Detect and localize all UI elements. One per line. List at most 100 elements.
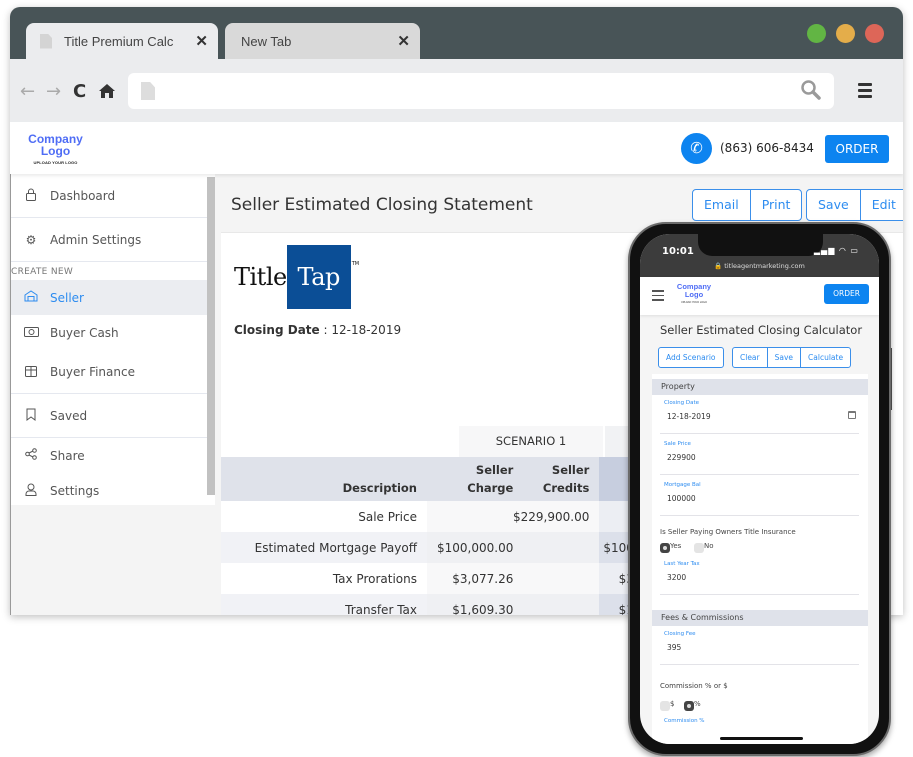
radio-percent[interactable]: %: [684, 700, 701, 711]
maximize-window-button[interactable]: [807, 24, 826, 43]
cell-description: Sale Price: [221, 501, 427, 532]
commission-question: Commission % or $: [660, 682, 728, 690]
radio-button[interactable]: [660, 701, 670, 711]
cell-credits: [523, 594, 600, 615]
header-seller-charge: Seller Charge: [427, 457, 524, 501]
forward-arrow-icon[interactable]: →: [46, 83, 61, 101]
sidebar-item-saved[interactable]: Saved: [11, 394, 215, 438]
closing-date: Closing Date : 12-18-2019: [234, 323, 401, 337]
logo-tagline: UPLOAD YOUR LOGO: [681, 301, 707, 304]
table-row: Estimated Mortgage Payoff $100,000.00 $1…: [221, 532, 663, 563]
search-icon[interactable]: [800, 79, 822, 101]
radio-no[interactable]: No: [694, 542, 714, 553]
field-value: 395: [667, 643, 682, 652]
mortgage-bal-field[interactable]: Mortgage Bal 100000: [660, 478, 859, 516]
field-value: 100000: [667, 494, 696, 503]
sale-price-field[interactable]: Sale Price 229900: [660, 437, 859, 475]
closing-date-value: 12-18-2019: [331, 323, 402, 337]
last-year-tax-field[interactable]: Last Year Tax 3200: [660, 557, 859, 595]
clear-button[interactable]: Clear: [733, 348, 767, 367]
mobile-hamburger-icon[interactable]: [652, 290, 664, 304]
phone-number[interactable]: (863) 606-8434: [720, 141, 814, 155]
close-tab-icon[interactable]: ✕: [195, 32, 208, 50]
status-time: 10:01: [662, 246, 694, 257]
sidebar-item-share[interactable]: Share: [11, 438, 215, 473]
save-button[interactable]: Save: [807, 190, 860, 220]
cell-description: Transfer Tax: [221, 594, 427, 615]
sidebar-item-buyer-cash[interactable]: Buyer Cash: [11, 315, 215, 350]
print-button[interactable]: Print: [749, 190, 802, 220]
mobile-save-button[interactable]: Save: [766, 348, 800, 367]
header-description: Description: [221, 457, 427, 501]
phone-notch: [698, 234, 823, 256]
section-property: Property: [652, 379, 868, 395]
sidebar-item-admin-settings[interactable]: ⚙ Admin Settings: [11, 218, 215, 262]
header-text: Charge: [467, 481, 514, 495]
statement-table: Description Seller Charge Seller Credits S…: [221, 457, 663, 615]
sidebar-item-label: Seller: [50, 290, 84, 305]
address-bar[interactable]: [128, 73, 834, 109]
lock-icon: [24, 188, 38, 204]
trademark: TM: [351, 261, 360, 267]
closing-date-field[interactable]: Closing Date 12-18-2019: [660, 396, 859, 434]
radio-label: $: [670, 700, 675, 708]
user-icon: [24, 483, 38, 499]
field-label: Mortgage Bal: [664, 482, 701, 488]
header-seller-credits: Seller Credits: [523, 457, 600, 501]
share-button-group: Email Print: [692, 189, 803, 221]
edit-button[interactable]: Edit: [859, 190, 903, 220]
cell-credits: [523, 532, 600, 563]
phone-icon[interactable]: ✆: [681, 133, 712, 164]
radio-button[interactable]: [694, 543, 704, 553]
closing-date-label: Closing Date: [234, 323, 320, 337]
company-logo[interactable]: Company Logo UPLOAD YOUR LOGO: [28, 133, 83, 165]
sidebar-item-seller[interactable]: Seller: [11, 280, 215, 315]
mobile-order-button[interactable]: ORDER: [824, 284, 869, 304]
closing-fee-field[interactable]: Closing Fee 395: [660, 627, 859, 665]
mobile-action-group: Clear Save Calculate: [732, 347, 852, 368]
mobile-url[interactable]: 🔒 titleagentmarketing.com: [640, 262, 879, 270]
close-tab-icon[interactable]: ✕: [397, 32, 410, 50]
header-text: Credits: [542, 481, 590, 495]
order-button[interactable]: ORDER: [825, 135, 889, 163]
cell-charge: $1,609.30: [427, 594, 524, 615]
header-text: Seller: [551, 463, 590, 477]
sidebar-section-header: CREATE NEW: [11, 267, 74, 277]
sidebar-item-settings[interactable]: Settings: [11, 473, 215, 508]
sidebar-scrollbar[interactable]: [207, 177, 215, 495]
cell-description: Tax Prorations: [221, 563, 427, 594]
reload-icon[interactable]: C: [73, 83, 86, 101]
radio-yes[interactable]: Yes: [660, 542, 681, 553]
radio-button-selected[interactable]: [684, 701, 694, 711]
sidebar-item-buyer-finance[interactable]: Buyer Finance: [11, 350, 215, 394]
email-button[interactable]: Email: [693, 190, 750, 220]
mobile-company-logo[interactable]: Company Logo UPLOAD YOUR LOGO: [674, 283, 714, 305]
sidebar-item-label: Buyer Finance: [50, 364, 135, 379]
add-scenario-button[interactable]: Add Scenario: [659, 348, 723, 367]
back-arrow-icon[interactable]: ←: [20, 83, 35, 101]
field-label: Commission %: [664, 718, 705, 724]
cash-icon: [24, 326, 39, 340]
hamburger-menu-icon[interactable]: [858, 83, 872, 98]
sidebar-item-label: Admin Settings: [50, 232, 142, 247]
cell-credits: $229,900.00: [427, 501, 600, 532]
close-window-button[interactable]: [865, 24, 884, 43]
sidebar-item-label: Settings: [50, 483, 100, 498]
minimize-window-button[interactable]: [836, 24, 855, 43]
sidebar-item-label: Buyer Cash: [50, 325, 119, 340]
calculate-button[interactable]: Calculate: [800, 348, 850, 367]
radio-button-selected[interactable]: [660, 543, 670, 553]
home-icon[interactable]: [98, 83, 116, 103]
phone-screen: 10:01 ▂▄▆ ◠ ▭ 🔒 titleagentmarketing.com …: [640, 234, 879, 744]
sidebar-item-dashboard[interactable]: Dashboard: [11, 174, 215, 218]
calendar-icon[interactable]: [848, 411, 856, 419]
section-fees-commissions: Fees & Commissions: [652, 610, 868, 626]
owners-title-question: Is Seller Paying Owners Title Insurance: [660, 528, 796, 536]
logo-tap-text: Tap: [286, 245, 351, 309]
tab-new-tab[interactable]: New Tab ✕: [225, 23, 420, 59]
tab-title-premium-calc[interactable]: Title Premium Calc ✕: [26, 23, 218, 59]
status-icons: ▂▄▆ ◠ ▭: [813, 246, 859, 255]
finance-icon: [24, 364, 38, 380]
cell-credits: [523, 563, 600, 594]
radio-dollar[interactable]: $: [660, 700, 674, 711]
